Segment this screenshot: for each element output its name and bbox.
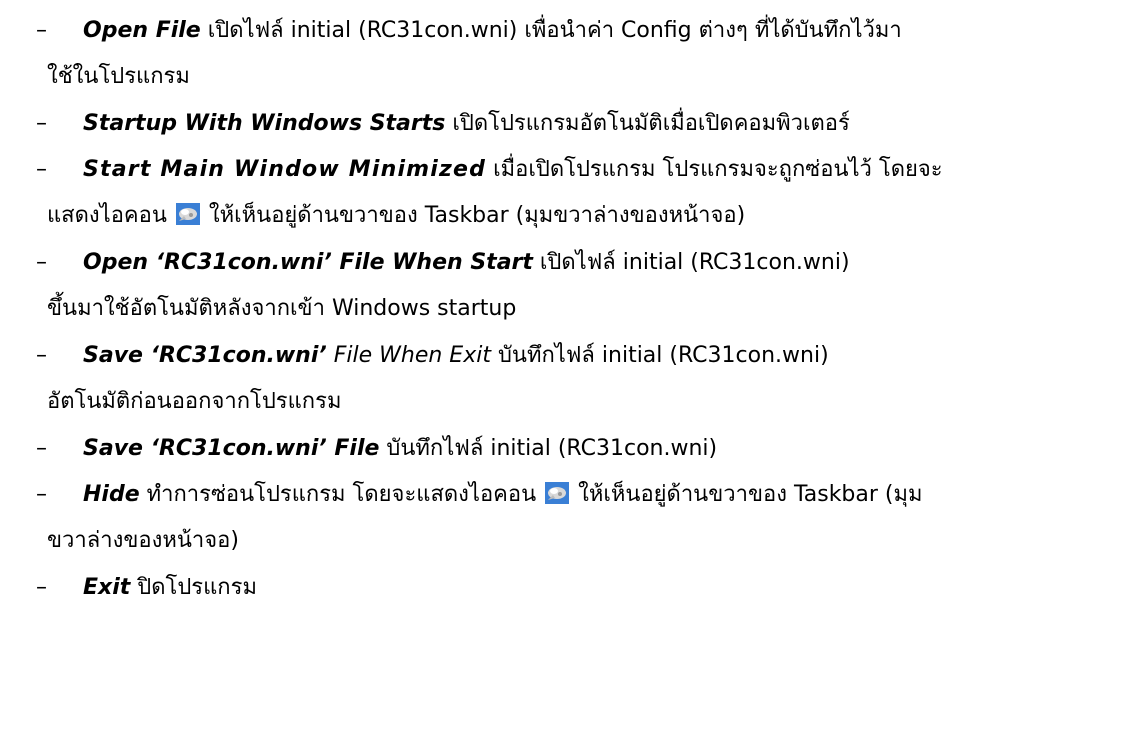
tray-icon xyxy=(175,196,200,225)
bullet-dash: – xyxy=(36,436,47,461)
bullet-dash: – xyxy=(36,111,47,136)
bullet-dash: – xyxy=(36,18,47,43)
item-description-continued: ขึ้นมาใช้อัตโนมัติหลังจากเข้า Windows st… xyxy=(47,296,517,321)
item-description: บันทึกไฟล์ initial (RC31con.wni) xyxy=(490,343,829,368)
item-description-continued: ใช้ในโปรแกรม xyxy=(47,64,190,89)
item-description: เปิดไฟล์ initial (RC31con.wni) เพื่อนำค่… xyxy=(200,18,902,43)
item-title: Save ‘RC31con.wni’ xyxy=(83,343,327,368)
item-title: Hide xyxy=(83,482,140,507)
item-title: Exit xyxy=(83,575,131,600)
item-title: Start Main Window Minimized xyxy=(83,157,487,182)
item-title-italic: File When Exit xyxy=(326,343,491,368)
item-description-continued: แสดงไอคอน xyxy=(47,203,174,228)
item-description: เปิดโปรแกรมอัตโนมัติเมื่อเปิดคอมพิวเตอร์ xyxy=(445,111,850,136)
item-description: ปิดโปรแกรม xyxy=(130,575,257,600)
bullet-dash: – xyxy=(36,250,47,275)
item-description-after-icon: ให้เห็นอยู่ด้านขวาของ Taskbar (มุมขวาล่า… xyxy=(201,203,746,228)
item-description-after-icon: ให้เห็นอยู่ด้านขวาของ Taskbar (มุม xyxy=(571,482,923,507)
bullet-dash: – xyxy=(36,157,47,182)
item-description: เปิดไฟล์ initial (RC31con.wni) xyxy=(532,250,850,275)
list-item-save-file-when-exit: – Save ‘RC31con.wni’ File When Exit บันท… xyxy=(36,333,1108,425)
list-item-hide: – Hide ทำการซ่อนโปรแกรม โดยจะแสดงไอคอน ใ… xyxy=(36,472,1108,564)
list-item-exit: – Exit ปิดโปรแกรม xyxy=(36,565,1108,611)
list-item-startup-with-windows: – Startup With Windows Starts เปิดโปรแกร… xyxy=(36,101,1108,147)
item-title: Open ‘RC31con.wni’ File When Start xyxy=(83,250,533,275)
item-description: บันทึกไฟล์ initial (RC31con.wni) xyxy=(379,436,718,461)
bullet-dash: – xyxy=(36,482,47,507)
item-title: Startup With Windows Starts xyxy=(83,111,446,136)
item-description-continued: อัตโนมัติก่อนออกจากโปรแกรม xyxy=(47,389,342,414)
list-item-open-file: – Open File เปิดไฟล์ initial (RC31con.wn… xyxy=(36,8,1108,100)
list-item-start-minimized: – Start Main Window Minimized เมื่อเปิดโ… xyxy=(36,147,1108,239)
list-item-save-file: – Save ‘RC31con.wni’ File บันทึกไฟล์ ini… xyxy=(36,426,1108,472)
item-title: Open File xyxy=(83,18,201,43)
item-description: เมื่อเปิดโปรแกรม โปรแกรมจะถูกซ่อนไว้ โดย… xyxy=(486,157,943,182)
item-title: Save ‘RC31con.wni’ File xyxy=(83,436,380,461)
list-item-open-file-when-start: – Open ‘RC31con.wni’ File When Start เปิ… xyxy=(36,240,1108,332)
tray-icon xyxy=(545,475,570,504)
item-description-continued: ขวาล่างของหน้าจอ) xyxy=(47,528,239,553)
bullet-dash: – xyxy=(36,575,47,600)
bullet-dash: – xyxy=(36,343,47,368)
document-page: – Open File เปิดไฟล์ initial (RC31con.wn… xyxy=(0,0,1138,754)
item-description: ทำการซ่อนโปรแกรม โดยจะแสดงไอคอน xyxy=(139,482,544,507)
